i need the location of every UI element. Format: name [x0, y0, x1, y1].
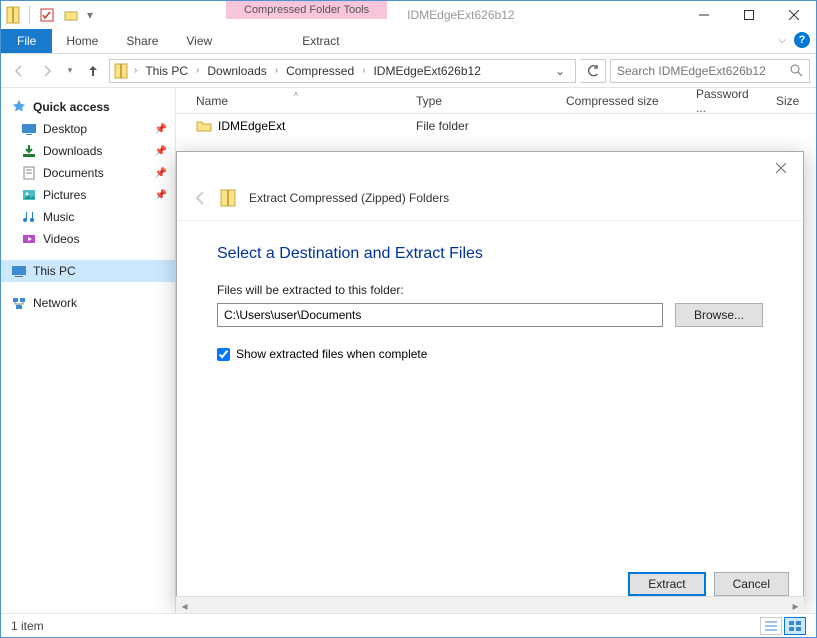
search-input[interactable]: [617, 64, 790, 78]
breadcrumb-segment[interactable]: Downloads: [203, 64, 270, 78]
scroll-right-button[interactable]: ▸: [787, 597, 804, 614]
tree-label: Downloads: [43, 144, 102, 158]
column-password[interactable]: Password ...: [686, 87, 766, 115]
tree-item-videos[interactable]: Videos: [1, 228, 175, 250]
column-name[interactable]: ˄Name: [186, 94, 406, 108]
breadcrumb-segment[interactable]: This PC: [141, 64, 192, 78]
pin-icon: 📌: [155, 124, 167, 135]
chevron-right-icon[interactable]: ›: [132, 65, 139, 76]
forward-button[interactable]: [35, 59, 59, 83]
column-type[interactable]: Type: [406, 94, 556, 108]
chevron-right-icon[interactable]: ›: [360, 65, 367, 76]
star-icon: [11, 99, 27, 115]
file-tab[interactable]: File: [1, 29, 52, 53]
zip-folder-icon: [114, 63, 130, 79]
pin-icon: 📌: [155, 168, 167, 179]
videos-icon: [21, 231, 37, 247]
column-compressed-size[interactable]: Compressed size: [556, 94, 686, 108]
qat-new-folder-button[interactable]: [60, 4, 82, 26]
tree-item-pictures[interactable]: Pictures 📌: [1, 184, 175, 206]
folder-label: Files will be extracted to this folder:: [217, 283, 763, 297]
recent-dropdown[interactable]: ▾: [63, 59, 77, 83]
tree-label: Videos: [43, 232, 79, 246]
breadcrumb-segment[interactable]: IDMEdgeExt626b12: [369, 64, 484, 78]
dialog-heading: Select a Destination and Extract Files: [217, 245, 763, 263]
tree-item-this-pc[interactable]: This PC: [1, 260, 175, 282]
pin-icon: 📌: [155, 146, 167, 157]
tree-item-documents[interactable]: Documents 📌: [1, 162, 175, 184]
tree-item-music[interactable]: Music: [1, 206, 175, 228]
maximize-button[interactable]: [726, 1, 771, 29]
show-files-checkbox[interactable]: Show extracted files when complete: [217, 347, 763, 361]
tree-label: Documents: [43, 166, 104, 180]
back-button[interactable]: [7, 59, 31, 83]
refresh-button[interactable]: [580, 59, 606, 83]
ribbon-expand-button[interactable]: ⌵: [778, 35, 786, 46]
music-icon: [21, 209, 37, 225]
minimize-button[interactable]: [681, 1, 726, 29]
folder-icon: [196, 118, 212, 134]
breadcrumb-segment[interactable]: Compressed: [282, 64, 358, 78]
tree-item-network[interactable]: Network: [1, 292, 175, 314]
desktop-icon: [21, 121, 37, 137]
downloads-icon: [21, 143, 37, 159]
checkbox-label: Show extracted files when complete: [236, 347, 427, 361]
address-bar[interactable]: › This PC › Downloads › Compressed › IDM…: [109, 59, 576, 83]
app-icon: [5, 6, 23, 24]
help-button[interactable]: ?: [794, 32, 810, 48]
column-headers[interactable]: ˄Name Type Compressed size Password ... …: [176, 88, 816, 114]
file-name: IDMEdgeExt: [218, 119, 285, 133]
tab-share[interactable]: Share: [112, 29, 172, 53]
tree-item-desktop[interactable]: Desktop 📌: [1, 118, 175, 140]
tree-quick-access[interactable]: Quick access: [1, 96, 175, 118]
status-item-count: 1 item: [11, 619, 44, 633]
tree-label: This PC: [33, 264, 76, 278]
tree-label: Quick access: [33, 100, 110, 114]
view-large-icons-button[interactable]: [784, 617, 806, 635]
window-title: IDMEdgeExt626b12: [407, 8, 514, 22]
destination-path-input[interactable]: [217, 303, 663, 327]
show-files-checkbox-input[interactable]: [217, 348, 230, 361]
dialog-crumb-title: Extract Compressed (Zipped) Folders: [249, 191, 449, 205]
tree-label: Network: [33, 296, 77, 310]
chevron-right-icon[interactable]: ›: [194, 65, 201, 76]
cancel-button[interactable]: Cancel: [714, 572, 789, 596]
search-icon: [790, 64, 803, 77]
zip-folder-icon: [219, 188, 239, 208]
up-button[interactable]: [81, 59, 105, 83]
close-button[interactable]: [771, 1, 816, 29]
documents-icon: [21, 165, 37, 181]
extract-dialog: Extract Compressed (Zipped) Folders Sele…: [176, 151, 804, 607]
network-icon: [11, 295, 27, 311]
dialog-back-button: [191, 189, 209, 207]
tab-view[interactable]: View: [172, 29, 226, 53]
tab-home[interactable]: Home: [52, 29, 112, 53]
browse-button[interactable]: Browse...: [675, 303, 763, 327]
view-details-button[interactable]: [760, 617, 782, 635]
scroll-left-button[interactable]: ◂: [176, 597, 193, 614]
dialog-close-button[interactable]: [767, 158, 795, 178]
separator: [29, 6, 30, 24]
tree-label: Desktop: [43, 122, 87, 136]
address-dropdown[interactable]: ⌄: [549, 64, 571, 78]
tree-label: Pictures: [43, 188, 86, 202]
column-size[interactable]: Size: [766, 94, 809, 108]
tab-extract[interactable]: Extract: [288, 29, 353, 53]
tree-item-downloads[interactable]: Downloads 📌: [1, 140, 175, 162]
qat-customize-button[interactable]: ▾: [84, 4, 96, 26]
search-box[interactable]: [610, 59, 810, 83]
sort-asc-icon: ˄: [294, 90, 299, 99]
pictures-icon: [21, 187, 37, 203]
pin-icon: 📌: [155, 190, 167, 201]
contextual-tab-label: Compressed Folder Tools: [226, 1, 387, 19]
file-row[interactable]: IDMEdgeExt File folder: [176, 114, 816, 138]
file-type: File folder: [406, 119, 556, 133]
chevron-right-icon[interactable]: ›: [273, 65, 280, 76]
tree-label: Music: [43, 210, 74, 224]
this-pc-icon: [11, 263, 27, 279]
navigation-tree[interactable]: Quick access Desktop 📌 Downloads 📌 Docum…: [1, 88, 176, 613]
horizontal-scrollbar[interactable]: ◂ ▸: [176, 596, 804, 613]
extract-button[interactable]: Extract: [628, 572, 705, 596]
qat-properties-button[interactable]: [36, 4, 58, 26]
